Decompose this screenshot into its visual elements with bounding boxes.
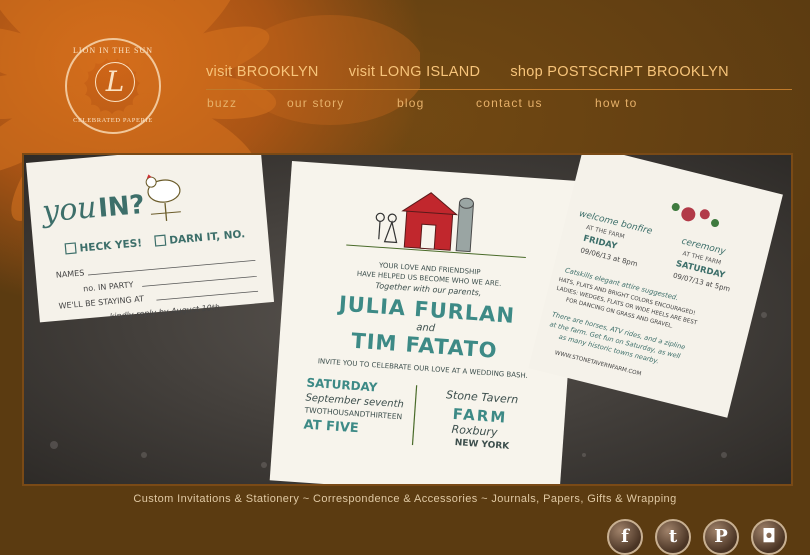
facebook-glyph: f: [621, 526, 629, 547]
invitation-card: YOUR LOVE AND FRIENDSHIP HAVE HELPED US …: [269, 160, 582, 484]
nav-blog[interactable]: blog: [397, 96, 425, 110]
site-tagline: Custom Invitations & Stationery ~ Corres…: [133, 493, 677, 505]
twitter-glyph: t: [668, 526, 678, 547]
hero-photo: you IN? HECK YES! DARN IT, NO. NAMES no.…: [22, 153, 793, 486]
stationery-photo: you IN? HECK YES! DARN IT, NO. NAMES no.…: [24, 155, 791, 484]
nav-visit-brooklyn[interactable]: visit BROOKLYN: [206, 64, 319, 80]
instagram-glyph: ◘: [761, 526, 777, 547]
nav-shop-postscript-brooklyn[interactable]: shop POSTSCRIPT BROOKLYN: [510, 64, 729, 80]
rsvp-card: you IN? HECK YES! DARN IT, NO. NAMES no.…: [26, 155, 275, 323]
nav-visit-long-island[interactable]: visit LONG ISLAND: [349, 64, 481, 80]
logo-ring-bottom-text: CELEBRATED PAPERIE: [73, 117, 153, 124]
nav-our-story[interactable]: our story: [287, 96, 344, 110]
nav-divider: [206, 89, 792, 90]
nav-how-to[interactable]: how to: [595, 96, 638, 110]
top-nav: visit BROOKLYN visit LONG ISLAND shop PO…: [206, 64, 729, 80]
rsvp-heading-in: IN?: [97, 190, 146, 224]
lion-in-the-sun-logo[interactable]: LION IN THE SUN L CELEBRATED PAPERIE: [65, 38, 161, 134]
nav-buzz[interactable]: buzz: [207, 96, 237, 110]
logo-ring-top-text: LION IN THE SUN: [73, 46, 153, 55]
pinterest-glyph: P: [714, 526, 728, 547]
nav-contact-us[interactable]: contact us: [476, 96, 543, 110]
logo-monogram: L: [95, 62, 135, 102]
rsvp-heading-you: you: [39, 190, 98, 230]
